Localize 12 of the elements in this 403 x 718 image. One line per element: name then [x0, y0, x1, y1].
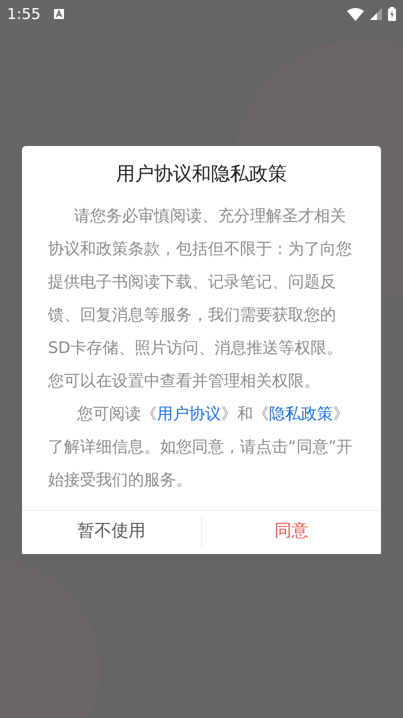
decline-button[interactable]: 暂不使用	[22, 515, 201, 549]
dialog-paragraph: 请您务必审慎阅读、充分理解圣才相关协议和政策条款，包括但不限于：为了向您提供电子书阅读下载、记录笔记、问题反馈、回复消息等服务，我们需要获取您的SD卡存储、照片访问、消息推送等权限。您可以在设置中查看并管理相关权限。	[48, 204, 353, 392]
policy-link[interactable]: 隐私政策	[269, 404, 333, 422]
agree-button[interactable]: 同意	[202, 515, 381, 549]
status-time: 1:55	[7, 4, 41, 25]
policy-link[interactable]: 用户协议	[157, 404, 221, 422]
signal-icon	[370, 8, 382, 20]
dialog-paragraph: 您可阅读《用户协议》和《隐私政策》了解详细信息。如您同意，请点击“同意”开始接受我们的服务。	[48, 402, 354, 490]
battery-icon	[388, 7, 396, 21]
notification-icon	[54, 9, 64, 19]
wifi-icon	[347, 8, 364, 20]
dialog-title: 用户协议和隐私政策	[115, 162, 288, 187]
